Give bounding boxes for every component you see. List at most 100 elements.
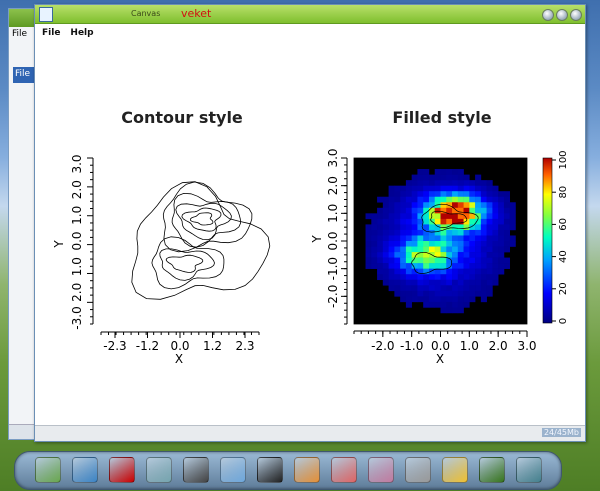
window-title: Canvas [131,9,161,18]
contour-y-tick-label: 1.0 [70,257,84,276]
heatmap-cell [388,268,395,275]
paint-icon[interactable] [368,457,394,483]
brush-icon[interactable] [405,457,431,483]
heatmap-cell [457,268,464,275]
heatmap-cell [434,263,441,269]
photo-icon[interactable] [442,457,468,483]
plot-canvas[interactable]: Contour style -2.3 -1.2 0.0 1.2 2.3 -3.0 2.0 1.… [35,41,585,424]
heatmap-cell [405,229,412,236]
heatmap-cell [423,257,430,264]
heatmap-cell [440,180,447,186]
users-icon[interactable] [220,457,246,483]
heatmap-cell [440,263,447,269]
heatmap-cell [486,229,493,236]
heatmap-cell [394,235,401,242]
contour-y-label: Y [52,240,66,249]
heatmap-cell [394,252,401,258]
contour-y-tick-label: 1.0 [70,206,84,225]
heatmap-cell [480,235,487,242]
heatmap-cell [492,241,499,247]
heatmap-cell [388,285,395,292]
heatmap-cell [423,180,430,186]
heatmap-cell [475,252,482,258]
heatmap-cell [423,202,430,209]
minimize-button[interactable] [542,9,554,21]
heatmap-cell [382,246,389,253]
heatmap-cell [388,224,395,231]
heatmap-cell [400,235,407,242]
heatmap-cell [469,185,476,192]
heatmap-cell [475,218,482,225]
heatmap-cell [423,229,430,236]
penguin-icon[interactable] [257,457,283,483]
heatmap-cell [382,213,389,220]
heatmap-cell [423,290,430,297]
contour-plot-axes: -2.3 -1.2 0.0 1.2 2.3 -3.0 2.0 1.0 0.0 1.0 2.0 3.0 [70,154,260,353]
heatmap-cell [446,202,453,209]
image-editor-icon[interactable] [479,457,505,483]
heatmap-cell [388,218,395,225]
notes-icon[interactable] [146,457,172,483]
heatmap-cell [434,235,441,242]
heatmap-cell [469,257,476,264]
heatmap-cell [503,191,510,198]
heatmap-cell [382,252,389,258]
heatmap-cell [463,241,470,247]
heatmap-cell [509,213,516,220]
heatmap-cell [423,285,430,292]
heatmap-cell [492,191,499,198]
heatmap-cell [463,296,470,303]
heatmap-cell [405,202,412,209]
heatmap-cell [498,263,505,269]
heatmap-cell [463,274,470,281]
heatmap-cell [428,279,436,286]
heatmap-cell [411,235,418,242]
colorbar [542,157,553,324]
media-icon[interactable] [516,457,542,483]
heatmap-cell [452,257,459,264]
contour-line-upper [190,212,214,226]
monitor-icon[interactable] [72,457,98,483]
heatmap-cell [377,241,384,247]
heatmap-cell [400,229,407,236]
contour-y-tick-label: 2.0 [70,180,84,199]
heatmap-cell [405,279,412,286]
heatmap-cell [463,180,470,186]
menu-help[interactable]: Help [70,28,93,40]
heatmap-cell [388,185,395,192]
heatmap-cell [382,268,389,275]
close-button[interactable] [570,9,582,21]
heatmap-cell [469,263,476,269]
heatmap-cell [400,296,407,303]
image-viewer-icon[interactable] [331,457,357,483]
heatmap-cell [434,285,441,292]
heatmap-cell [400,218,407,225]
menu-file[interactable]: File [42,28,60,40]
media-player-icon[interactable] [183,457,209,483]
file-manager-icon[interactable] [294,457,320,483]
heatmap-cell [428,180,436,186]
heatmap-cell [405,224,412,231]
maximize-button[interactable] [556,9,568,21]
heatmap-cell [457,196,464,203]
heatmap-cell [405,218,412,225]
heatmap-cell [440,174,447,181]
heatmap-cell [417,241,424,247]
heatmap-cell [440,235,447,242]
heatmap-cell [463,229,470,236]
heatmap-cell [446,196,453,203]
heatmap-cell [405,290,412,297]
heatmap-cell [405,285,412,292]
filled-x-tick-label: 2.0 [489,339,508,353]
window-titlebar[interactable]: Canvas veket [35,5,585,24]
heatmap-cell [405,296,412,303]
heatmap-cell [486,290,493,297]
heatmap-cell [417,191,424,198]
heatmap-cell [400,224,407,231]
pen-icon[interactable] [35,457,61,483]
heatmap-cell [440,285,447,292]
heatmap-cell [440,185,447,192]
heatmap-cell [480,202,487,209]
heatmap-cell [492,218,499,225]
game-icon[interactable] [109,457,135,483]
